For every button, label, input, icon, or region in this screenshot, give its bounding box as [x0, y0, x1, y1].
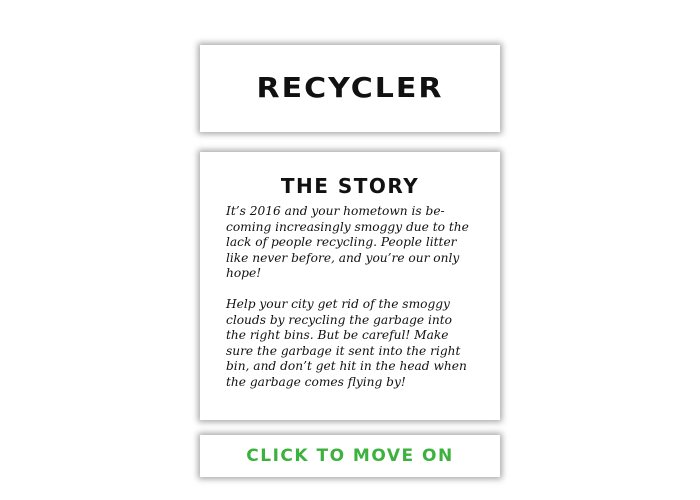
story-paragraph-1: It’s 2016 and your hometown is be-coming…	[226, 204, 469, 281]
title-card: RECYCLER	[200, 45, 500, 132]
game-title: RECYCLER	[256, 72, 444, 105]
story-card: THE STORY It’s 2016 and your hometown is…	[200, 152, 500, 420]
story-heading: THE STORY	[280, 174, 420, 198]
story-paragraph-2: Help your city get rid of the smoggy clo…	[226, 296, 467, 389]
continue-button-label: CLICK TO MOVE ON	[246, 446, 454, 466]
continue-button[interactable]: CLICK TO MOVE ON	[200, 435, 500, 477]
game-screen: RECYCLER THE STORY It’s 2016 and your ho…	[0, 0, 700, 500]
